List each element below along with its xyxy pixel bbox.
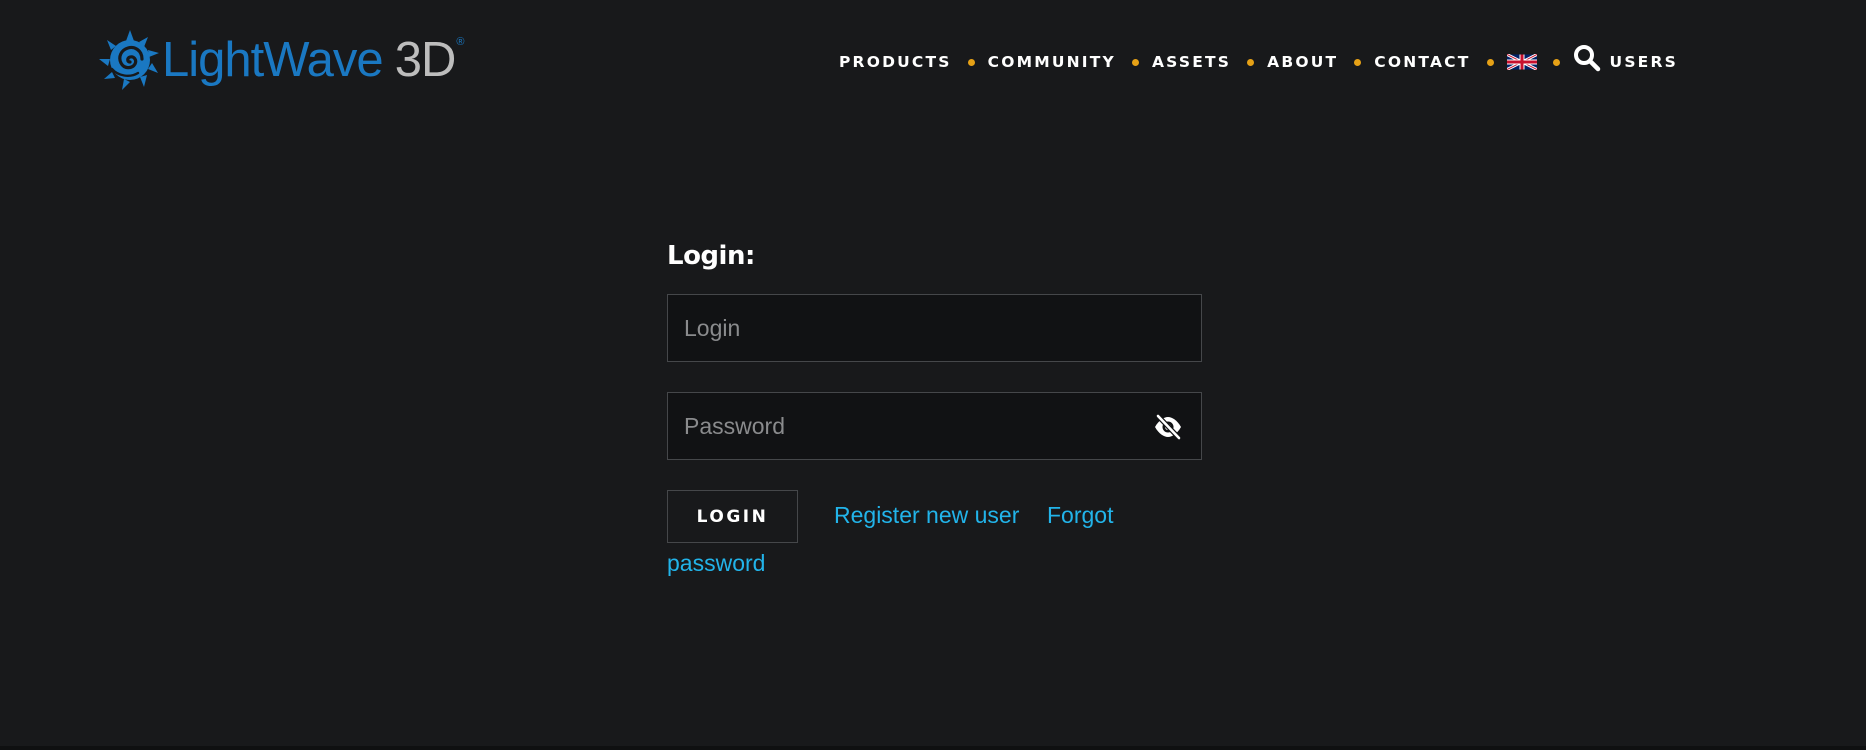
forgot-password-link[interactable]: Forgot [1047,504,1113,527]
register-link[interactable]: Register new user [834,504,1019,527]
login-field-wrapper [667,294,1202,362]
uk-flag-icon [1506,54,1537,70]
nav-separator-dot [1354,58,1362,66]
site-header: LightWave 3D ® PRODUCTS COMMUNITY ASSETS… [0,0,1866,124]
page: LightWave 3D ® PRODUCTS COMMUNITY ASSETS… [0,0,1866,750]
search-icon [1573,45,1600,72]
login-input[interactable] [668,295,1201,361]
logo-registered-mark: ® [456,35,464,48]
password-input[interactable] [668,393,1201,459]
footer-edge [0,746,1866,750]
nav-separator-dot [1552,58,1560,66]
logo-wordmark: LightWave 3D ® [162,32,464,87]
login-title: Login: [667,241,755,271]
nav-assets[interactable]: ASSETS [1152,53,1231,71]
logo-suffix: 3D [394,32,457,87]
login-form: Login: LOGIN Register new user Forgot pa… [667,238,1202,575]
nav-separator-dot [1247,58,1255,66]
main-nav: PRODUCTS COMMUNITY ASSETS ABOUT CONTACT [839,44,1678,80]
logo-word: LightWave [162,32,384,87]
forgot-password-link-continued[interactable]: password [667,552,765,575]
nav-separator-dot [1131,58,1139,66]
nav-about[interactable]: ABOUT [1267,53,1338,71]
nav-contact[interactable]: CONTACT [1374,53,1470,71]
nav-users[interactable]: USERS [1610,53,1678,71]
login-button[interactable]: LOGIN [667,490,798,543]
password-field-wrapper [667,392,1202,460]
search-button[interactable] [1573,45,1610,72]
nav-separator-dot [967,58,975,66]
lightwave-logo-icon [99,30,159,90]
language-selector[interactable] [1506,54,1537,70]
nav-products[interactable]: PRODUCTS [839,53,952,71]
eye-slash-icon[interactable] [1153,414,1183,440]
nav-community[interactable]: COMMUNITY [988,53,1116,71]
logo-link[interactable]: LightWave 3D ® [98,28,464,92]
nav-separator-dot [1486,58,1494,66]
